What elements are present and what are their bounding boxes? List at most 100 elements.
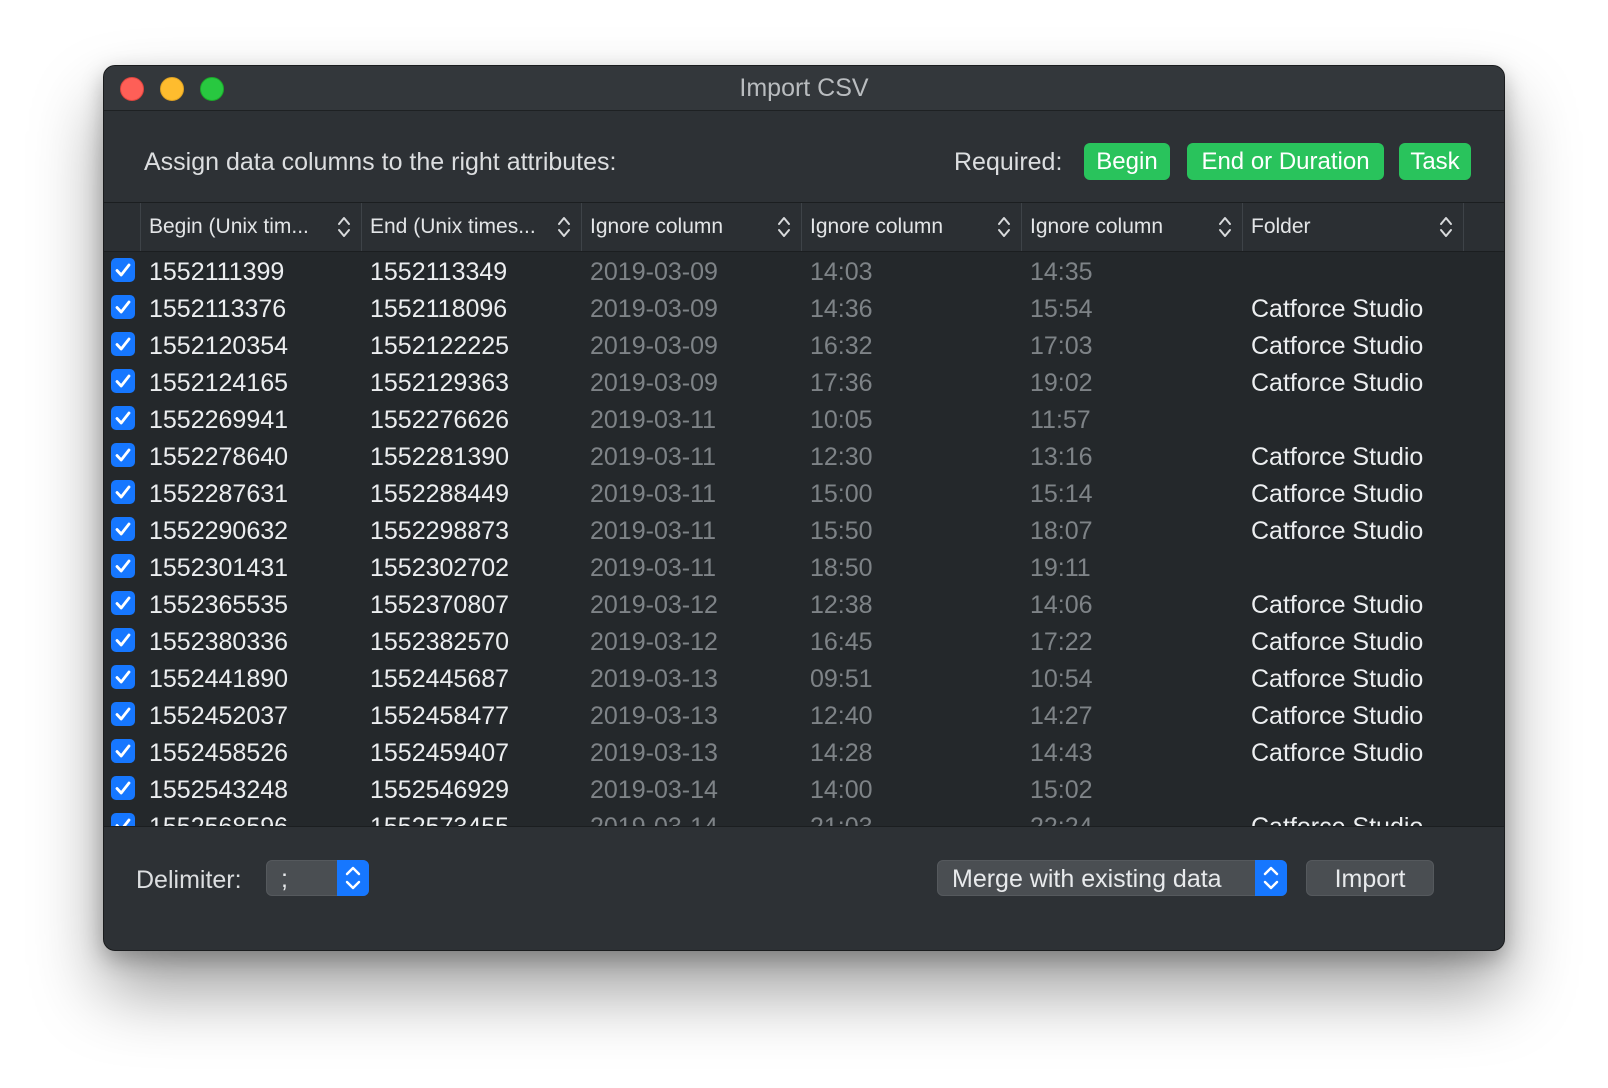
- row-checkbox[interactable]: [111, 406, 135, 430]
- row-checkbox[interactable]: [111, 517, 135, 541]
- cell-date: 2019-03-11: [590, 554, 717, 582]
- cell-begin: 1552452037: [149, 702, 289, 730]
- checkmark-icon: [115, 633, 131, 647]
- row-checkbox[interactable]: [111, 554, 135, 578]
- required-label: Required:: [954, 148, 1063, 176]
- cell-begin: 1552278640: [149, 443, 289, 471]
- cell-end-time: 17:03: [1030, 332, 1093, 360]
- column-header-end[interactable]: End (Unix times...: [362, 203, 582, 251]
- cell-end-time: 17:22: [1030, 628, 1093, 656]
- cell-date: 2019-03-09: [590, 369, 718, 397]
- table-row[interactable]: 1552568596 1552573455 2019-03-14 21:03 22:24…: [104, 809, 1504, 827]
- table-row[interactable]: 1552543248 1552546929 2019-03-14 14:00 15:02: [104, 772, 1504, 809]
- checkmark-icon: [115, 448, 131, 462]
- csv-table: Begin (Unix tim... End (Unix times... Ig…: [104, 202, 1504, 827]
- cell-start-time: 21:03: [810, 813, 873, 827]
- table-row[interactable]: 1552120354 1552122225 2019-03-09 16:32 17:03…: [104, 328, 1504, 365]
- cell-end: 1552370807: [370, 591, 510, 619]
- cell-begin: 1552269941: [149, 406, 289, 434]
- merge-mode-popup[interactable]: Merge with existing data: [937, 860, 1287, 896]
- checkmark-icon: [115, 596, 131, 610]
- required-badge-end-or-duration: End or Duration: [1187, 143, 1384, 180]
- column-header-ignore-1[interactable]: Ignore column: [582, 203, 802, 251]
- title-bar: Import CSV: [104, 66, 1504, 111]
- table-row[interactable]: 1552124165 1552129363 2019-03-09 17:36 19:02…: [104, 365, 1504, 402]
- cell-end-time: 18:07: [1030, 517, 1093, 545]
- sort-updown-icon: [1218, 215, 1232, 239]
- cell-end: 1552458477: [370, 702, 510, 730]
- table-row[interactable]: 1552111399 1552113349 2019-03-09 14:03 14:35: [104, 254, 1504, 291]
- delimiter-popup[interactable]: ;: [266, 860, 369, 896]
- row-checkbox[interactable]: [111, 480, 135, 504]
- instruction-text: Assign data columns to the right attribu…: [144, 148, 617, 176]
- sort-updown-icon: [1439, 215, 1453, 239]
- cell-begin: 1552458526: [149, 739, 289, 767]
- column-header-label: End (Unix times...: [370, 215, 536, 238]
- popup-stepper-icon: [337, 860, 369, 896]
- row-checkbox[interactable]: [111, 813, 135, 826]
- cell-end: 1552546929: [370, 776, 510, 804]
- cell-end-time: 15:02: [1030, 776, 1093, 804]
- popup-stepper-icon: [1255, 860, 1287, 896]
- checkmark-icon: [115, 263, 131, 277]
- table-row[interactable]: 1552458526 1552459407 2019-03-13 14:28 14:43…: [104, 735, 1504, 772]
- table-row[interactable]: 1552290632 1552298873 2019-03-11 15:50 18:07…: [104, 513, 1504, 550]
- table-row[interactable]: 1552278640 1552281390 2019-03-11 12:30 13:16…: [104, 439, 1504, 476]
- cell-end-time: 14:35: [1030, 258, 1093, 286]
- row-checkbox[interactable]: [111, 258, 135, 282]
- table-row[interactable]: 1552301431 1552302702 2019-03-11 18:50 19:11: [104, 550, 1504, 587]
- cell-date: 2019-03-11: [590, 406, 717, 434]
- cell-end: 1552288449: [370, 480, 510, 508]
- row-checkbox[interactable]: [111, 332, 135, 356]
- cell-end-time: 19:02: [1030, 369, 1093, 397]
- cell-end-time: 19:11: [1030, 554, 1091, 582]
- column-header-folder[interactable]: Folder: [1243, 203, 1464, 251]
- column-header-ignore-2[interactable]: Ignore column: [802, 203, 1022, 251]
- cell-end-time: 14:06: [1030, 591, 1093, 619]
- cell-date: 2019-03-11: [590, 443, 717, 471]
- table-row[interactable]: 1552269941 1552276626 2019-03-11 10:05 11:57: [104, 402, 1504, 439]
- cell-date: 2019-03-09: [590, 332, 718, 360]
- table-row[interactable]: 1552113376 1552118096 2019-03-09 14:36 15:54…: [104, 291, 1504, 328]
- checkmark-icon: [115, 374, 131, 388]
- checkbox-column-header: [104, 203, 141, 251]
- table-row[interactable]: 1552365535 1552370807 2019-03-12 12:38 14:06…: [104, 587, 1504, 624]
- row-checkbox[interactable]: [111, 776, 135, 800]
- import-button[interactable]: Import: [1306, 860, 1434, 896]
- row-checkbox[interactable]: [111, 295, 135, 319]
- cell-start-time: 15:00: [810, 480, 873, 508]
- column-header-label: Ignore column: [810, 215, 944, 238]
- cell-begin: 1552441890: [149, 665, 289, 693]
- row-checkbox[interactable]: [111, 369, 135, 393]
- row-checkbox[interactable]: [111, 665, 135, 689]
- table-row[interactable]: 1552380336 1552382570 2019-03-12 16:45 17:22…: [104, 624, 1504, 661]
- checkmark-icon: [115, 818, 131, 826]
- cell-end-time: 14:43: [1030, 739, 1093, 767]
- cell-end: 1552118096: [370, 295, 508, 323]
- row-checkbox[interactable]: [111, 443, 135, 467]
- cell-date: 2019-03-11: [590, 517, 717, 545]
- row-checkbox[interactable]: [111, 628, 135, 652]
- cell-start-time: 18:50: [810, 554, 873, 582]
- column-header-begin[interactable]: Begin (Unix tim...: [141, 203, 362, 251]
- cell-folder: Catforce Studio: [1251, 369, 1424, 397]
- cell-folder: Catforce Studio: [1251, 517, 1424, 545]
- table-row[interactable]: 1552452037 1552458477 2019-03-13 12:40 14:27…: [104, 698, 1504, 735]
- cell-folder: Catforce Studio: [1251, 702, 1424, 730]
- cell-begin: 1552290632: [149, 517, 289, 545]
- table-row[interactable]: 1552441890 1552445687 2019-03-13 09:51 10:54…: [104, 661, 1504, 698]
- cell-end-time: 13:16: [1030, 443, 1093, 471]
- cell-end-time: 10:54: [1030, 665, 1093, 693]
- cell-start-time: 12:40: [810, 702, 873, 730]
- column-header-ignore-3[interactable]: Ignore column: [1022, 203, 1243, 251]
- cell-start-time: 12:38: [810, 591, 873, 619]
- row-checkbox[interactable]: [111, 702, 135, 726]
- cell-folder: Catforce Studio: [1251, 443, 1424, 471]
- checkmark-icon: [115, 559, 131, 573]
- column-header-label: Folder: [1251, 215, 1311, 238]
- row-checkbox[interactable]: [111, 739, 135, 763]
- column-header-label: Ignore column: [590, 215, 724, 238]
- row-checkbox[interactable]: [111, 591, 135, 615]
- table-row[interactable]: 1552287631 1552288449 2019-03-11 15:00 15:14…: [104, 476, 1504, 513]
- cell-end: 1552113349: [370, 258, 508, 286]
